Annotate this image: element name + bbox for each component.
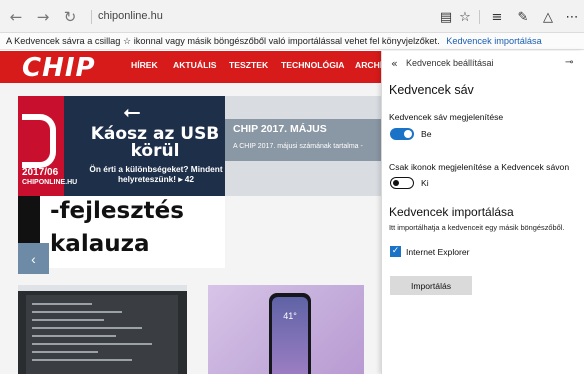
address-bar: ← → ↻ chiponline.hu ▤ ☆ ≡ ✎ △ ⋯ — [0, 0, 584, 33]
toggle-favorites-bar-label: Kedvencek sáv megjelenítése — [389, 112, 504, 122]
article-thumbnail-phone[interactable]: 41° — [208, 285, 364, 374]
toggle-knob — [404, 130, 412, 138]
phone-image: 41° — [269, 293, 311, 374]
text-line — [32, 311, 122, 313]
favorite-star-icon[interactable]: ☆ — [456, 7, 474, 27]
text-line — [32, 319, 104, 321]
nav-item-archivum[interactable]: ARCHÍ — [355, 60, 381, 70]
text-line — [32, 327, 142, 329]
toggle-knob — [393, 179, 399, 186]
toggle-icons-only-label: Csak ikonok megjelenítése a Kedvencek sá… — [389, 162, 570, 172]
text-line — [32, 335, 116, 337]
toggle-icons-only-state: Ki — [421, 178, 429, 188]
import-description: Itt importálhatja a kedvenceit egy másik… — [389, 223, 565, 232]
article-thumbnail-software[interactable] — [18, 285, 187, 374]
import-favorites-link[interactable]: Kedvencek importálása — [446, 36, 542, 46]
cover-logo-shape — [22, 114, 56, 168]
nav-item-technologia[interactable]: TECHNOLÓGIA — [281, 60, 345, 70]
window-titlebar — [18, 285, 187, 291]
back-chevron-icon[interactable]: « — [391, 57, 398, 70]
promo-banner[interactable]: -fejlesztés kalauza — [18, 196, 225, 268]
nav-item-aktualis[interactable]: AKTUÁLIS — [173, 60, 216, 70]
pin-icon[interactable]: ⊸ — [565, 57, 573, 68]
internet-explorer-checkbox[interactable]: ✓ — [390, 246, 401, 257]
forward-arrow-icon[interactable]: → — [33, 7, 53, 27]
toggle-favorites-bar-state: Be — [421, 129, 432, 139]
panel-title: Kedvencek beállításai — [406, 58, 494, 68]
cover-subline: Ön érti a különbségeket? Mindent helyret… — [89, 164, 223, 184]
url-field[interactable]: chiponline.hu — [98, 10, 163, 22]
phone-screen: 41° — [272, 297, 308, 374]
url-separator — [91, 10, 92, 24]
favorites-import-bar: A Kedvencek sávra a csillag ☆ ikonnal va… — [0, 33, 584, 50]
internet-explorer-label[interactable]: Internet Explorer — [406, 247, 470, 257]
toggle-icons-only[interactable] — [390, 177, 414, 189]
cover-headline: Káosz az USB körül — [90, 124, 220, 161]
web-page: CHIP HÍREK AKTUÁLIS TESZTEK TECHNOLÓGIA … — [0, 51, 381, 374]
feature-caption-text: A CHIP 2017. májusi számának tartalma - — [233, 143, 363, 150]
toggle-favorites-bar[interactable] — [390, 128, 414, 140]
back-arrow-icon[interactable]: ← — [6, 7, 26, 27]
toolbar-separator — [479, 10, 480, 24]
text-line — [32, 343, 152, 345]
slider-prev-icon[interactable]: ‹ — [18, 243, 49, 274]
nav-item-hirek[interactable]: HÍREK — [131, 60, 158, 70]
more-icon[interactable]: ⋯ — [563, 7, 581, 27]
section-import-favorites: Kedvencek importálása — [389, 205, 514, 219]
hub-icon[interactable]: ≡ — [488, 7, 506, 27]
import-bar-message: A Kedvencek sávra a csillag ☆ ikonnal va… — [6, 36, 440, 46]
promo-line-2: kalauza — [50, 231, 150, 257]
text-line — [32, 303, 92, 305]
text-line — [32, 359, 132, 361]
share-icon[interactable]: △ — [539, 7, 557, 27]
section-favorites-bar: Kedvencek sáv — [389, 83, 474, 97]
chip-logo[interactable]: CHIP — [22, 53, 96, 83]
site-navbar: CHIP HÍREK AKTUÁLIS TESZTEK TECHNOLÓGIA … — [0, 51, 381, 83]
usb-icon: ⭠ — [123, 100, 141, 125]
window-content — [26, 295, 178, 374]
web-note-icon[interactable]: ✎ — [514, 7, 532, 27]
promo-line-1: -fejlesztés — [50, 198, 184, 224]
reading-view-icon[interactable]: ▤ — [437, 7, 455, 27]
feature-caption-title[interactable]: CHIP 2017. MÁJUS — [233, 123, 327, 135]
nav-item-tesztek[interactable]: TESZTEK — [229, 60, 268, 70]
text-line — [32, 351, 98, 353]
import-button[interactable]: Importálás — [390, 276, 472, 295]
feature-magazine-cover[interactable]: ⭠ Káosz az USB körül Ön érti a különbség… — [18, 96, 225, 196]
refresh-icon[interactable]: ↻ — [60, 7, 80, 27]
favorites-settings-panel: « Kedvencek beállításai ⊸ Kedvencek sáv … — [381, 51, 584, 374]
cover-issue: 2017/06 — [22, 167, 59, 178]
cover-site: CHIPONLINE.HU — [22, 179, 78, 186]
